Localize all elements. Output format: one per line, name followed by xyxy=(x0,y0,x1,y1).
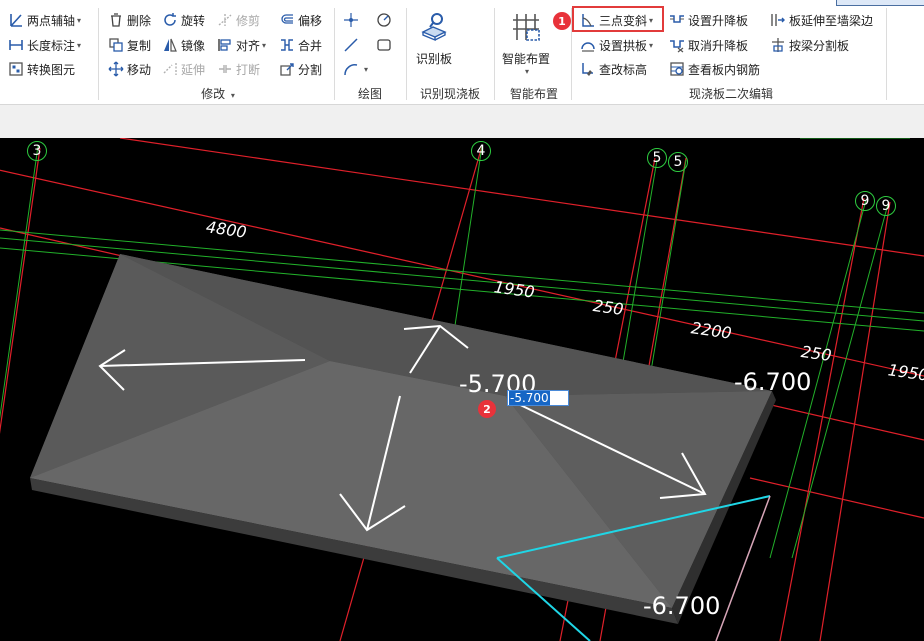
split-by-beam-icon xyxy=(770,37,786,53)
group-separator xyxy=(334,8,335,100)
extend-slab-button[interactable]: 板延伸至墙梁边 xyxy=(770,10,873,30)
break-icon xyxy=(217,61,233,77)
identify-slab-icon xyxy=(417,10,451,44)
option-bar xyxy=(0,105,924,139)
split-icon xyxy=(279,61,295,77)
step-badge-1: 1 xyxy=(553,12,571,30)
mirror-icon xyxy=(162,37,178,53)
move-icon xyxy=(108,61,124,77)
point-icon xyxy=(343,12,359,28)
break-button[interactable]: 打断 xyxy=(217,59,260,79)
elevation-input[interactable]: -5.700 xyxy=(507,390,569,406)
axis-number-5b: 5 xyxy=(668,152,688,172)
extend-button[interactable]: 延伸 xyxy=(162,59,205,79)
axis-number-9a: 9 xyxy=(855,191,875,211)
axis-number-3: 3 xyxy=(27,141,47,161)
slab-3d xyxy=(30,254,776,624)
ribbon-toolbar: 两点辅轴 ▾ 长度标注 ▾ 转换图元 删除 旋转 修剪 偏移 复制 镜像 对齐 ▾ 合… xyxy=(0,0,924,105)
draw-point-button[interactable] xyxy=(343,10,362,30)
smart-layout-icon xyxy=(509,10,543,44)
group-title-modify: 修改 ▾ xyxy=(201,87,235,101)
group-title-slab-edit: 现浇板二次编辑 xyxy=(688,87,773,101)
length-dimension-button[interactable]: 长度标注 ▾ xyxy=(8,35,81,55)
draw-line-button[interactable] xyxy=(343,35,362,55)
axis-number-9b: 9 xyxy=(876,196,896,216)
trim-icon xyxy=(217,12,233,28)
split-by-beam-button[interactable]: 按梁分割板 xyxy=(770,35,849,55)
axis-number-5a: 5 xyxy=(647,148,667,168)
trim-button[interactable]: 修剪 xyxy=(217,10,260,30)
cancel-drop-slab-button[interactable]: 取消升降板 xyxy=(669,35,748,55)
window-corner-tab xyxy=(836,0,924,6)
cancel-drop-slab-icon xyxy=(669,37,685,53)
delete-button[interactable]: 删除 xyxy=(108,10,151,30)
dimension-label: 250 xyxy=(799,341,833,366)
align-icon xyxy=(217,37,233,53)
set-drop-slab-icon xyxy=(669,12,685,28)
arc-caret[interactable]: ▾ xyxy=(364,65,368,74)
offset-button[interactable]: 偏移 xyxy=(279,10,322,30)
group-title-smart: 智能布置 xyxy=(509,87,558,101)
group-separator xyxy=(886,8,887,100)
draw-circle-button[interactable] xyxy=(376,10,395,30)
draw-rectangle-button[interactable] xyxy=(376,35,395,55)
merge-button[interactable]: 合并 xyxy=(279,35,322,55)
axis-number-4: 4 xyxy=(471,141,491,161)
group-separator xyxy=(494,8,495,100)
two-point-axis-icon xyxy=(8,12,24,28)
rotate-icon xyxy=(162,12,178,28)
length-dimension-icon xyxy=(8,37,24,53)
move-button[interactable]: 移动 xyxy=(108,59,151,79)
arc-icon xyxy=(343,61,359,77)
convert-element-button[interactable]: 转换图元 xyxy=(8,59,75,79)
step-badge-2: 2 xyxy=(478,400,496,418)
rectangle-icon xyxy=(376,37,392,53)
edit-elevation-icon xyxy=(580,61,596,77)
set-arch-slab-button[interactable]: 设置拱板 ▾ xyxy=(580,35,653,55)
dimension-label: 250 xyxy=(591,295,625,320)
circle-icon xyxy=(376,12,392,28)
edit-elevation-button[interactable]: 查改标高 xyxy=(580,59,647,79)
rotate-button[interactable]: 旋转 xyxy=(162,10,205,30)
line-icon xyxy=(343,37,359,53)
extend-icon xyxy=(162,61,178,77)
split-button[interactable]: 分割 xyxy=(279,59,322,79)
view-rebar-icon xyxy=(669,61,685,77)
merge-icon xyxy=(279,37,295,53)
group-title-identify: 识别现浇板 xyxy=(419,87,480,101)
elevation-label: -6.700 xyxy=(643,592,721,620)
two-point-axis-button[interactable]: 两点辅轴 ▾ xyxy=(8,10,81,30)
cad-viewport[interactable]: 3 4 5 5 9 9 4800 1950 250 2200 250 1950 … xyxy=(0,138,924,641)
mirror-button[interactable]: 镜像 xyxy=(162,35,205,55)
extend-slab-icon xyxy=(770,12,786,28)
smart-layout-button[interactable]: 智能布置 ▾ xyxy=(498,10,554,76)
identify-slab-button[interactable]: 识别板 xyxy=(412,10,456,67)
view-rebar-button[interactable]: 查看板内钢筋 xyxy=(669,59,760,79)
set-arch-slab-icon xyxy=(580,37,596,53)
copy-icon xyxy=(108,37,124,53)
align-button[interactable]: 对齐 ▾ xyxy=(217,35,266,55)
delete-icon xyxy=(108,12,124,28)
set-drop-slab-button[interactable]: 设置升降板 xyxy=(669,10,748,30)
three-point-slope-highlight xyxy=(572,6,664,32)
group-separator xyxy=(406,8,407,100)
convert-element-icon xyxy=(8,61,24,77)
copy-button[interactable]: 复制 xyxy=(108,35,151,55)
elevation-label: -6.700 xyxy=(734,368,812,396)
offset-icon xyxy=(279,12,295,28)
group-title-draw: 绘图 xyxy=(357,87,382,101)
group-separator xyxy=(98,8,99,100)
draw-arc-button[interactable]: ▾ xyxy=(343,59,368,79)
